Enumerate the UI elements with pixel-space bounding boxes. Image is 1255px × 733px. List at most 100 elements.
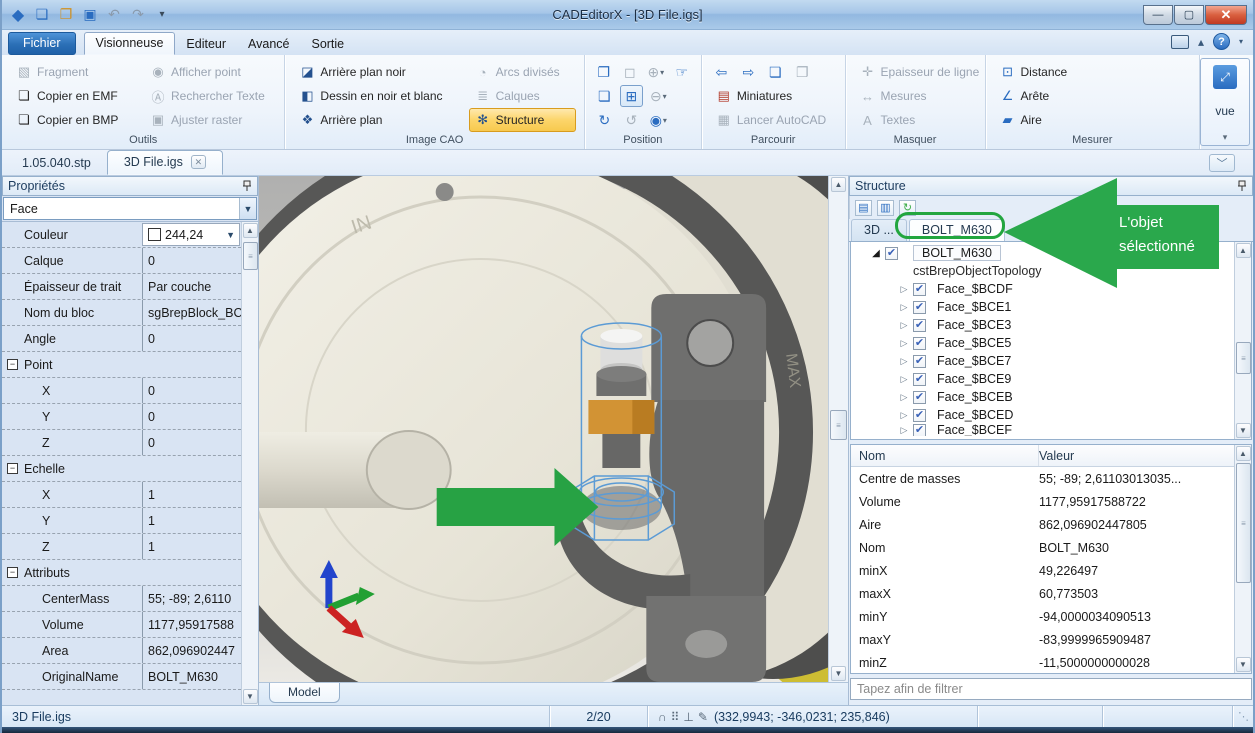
scroll-up-icon[interactable]: ▲ (1236, 243, 1251, 258)
property-row[interactable]: −X 1▼ (2, 482, 241, 508)
visibility-checkbox[interactable]: ✔ (913, 424, 926, 436)
status-mode-icon[interactable]: ✎ (698, 710, 708, 724)
close-button[interactable]: ✕ (1205, 5, 1247, 25)
ribbon-button[interactable]: ◔Arcs divisés (469, 60, 576, 84)
doc-tab-stp[interactable]: 1.05.040.stp (6, 152, 107, 175)
ribbon-tab[interactable]: Visionneuse (84, 32, 176, 55)
ribbon-button[interactable]: ◪Arrière plan noir (293, 60, 458, 84)
ribbon-button[interactable]: ✻Structure (469, 108, 576, 132)
visibility-checkbox[interactable]: ✔ (913, 409, 926, 422)
pin-icon[interactable] (242, 180, 252, 192)
ribbon-tab[interactable]: Avancé (237, 34, 300, 55)
property-row[interactable]: −Attributs ▼ (2, 560, 241, 586)
property-row[interactable]: −Nom du bloc sgBrepBlock_BC▼ (2, 300, 241, 326)
scroll-down-icon[interactable]: ▼ (1236, 657, 1251, 672)
property-row[interactable]: −Z 1▼ (2, 534, 241, 560)
collapse-icon[interactable]: − (7, 463, 18, 474)
scroll-down-icon[interactable]: ▼ (243, 689, 258, 704)
details-row[interactable]: maxY -83,9999965909487 (851, 628, 1234, 651)
status-mode-icon[interactable]: ⊥ (683, 710, 693, 724)
details-row[interactable]: maxX 60,773503 (851, 582, 1234, 605)
ribbon-tab[interactable]: Fichier (8, 32, 76, 55)
property-row[interactable]: −Couleur 244,24▼ (2, 222, 241, 248)
ribbon-button[interactable]: ↔Mesures (854, 84, 986, 108)
details-row[interactable]: Aire 862,096902447805 (851, 513, 1234, 536)
tab-overflow-chevron[interactable]: ﹀ (1209, 154, 1235, 172)
details-row[interactable]: Centre de masses 55; -89; 2,61103013035.… (851, 467, 1234, 490)
position-tool-icon[interactable]: ❏ (593, 85, 616, 107)
viewport-scrollbar[interactable]: ▲ ≡ ▼ (828, 176, 848, 682)
ribbon-button[interactable]: ✛Epaisseur de ligne (854, 60, 986, 84)
visibility-checkbox[interactable]: ✔ (913, 301, 926, 314)
property-row[interactable]: −Volume 1177,95917588▼ (2, 612, 241, 638)
expander-icon[interactable]: ▷ (897, 392, 911, 403)
tree-item[interactable]: ▷ ✔ Face_$BCE7 (851, 352, 1234, 370)
minimize-button[interactable]: — (1143, 5, 1173, 25)
ribbon-button[interactable]: ❏Copier en BMP (10, 108, 130, 132)
expander-icon[interactable]: ▷ (897, 374, 911, 385)
ribbon-button[interactable]: ❏Copier en EMF (10, 84, 130, 108)
pin-icon[interactable] (1237, 180, 1247, 192)
browse-tool-icon[interactable]: ❏ (764, 61, 787, 83)
ribbon-button[interactable]: ⊡Distance (994, 60, 1192, 84)
browse-tool-icon[interactable]: ⇨ (737, 61, 760, 83)
ribbon-button[interactable]: ▣Ajuster raster (144, 108, 276, 132)
position-tool-icon[interactable]: ◻ (619, 61, 641, 83)
scroll-up-icon[interactable]: ▲ (243, 223, 258, 238)
ribbon-button[interactable]: ⒶRechercher Texte (144, 84, 276, 108)
qat-icon[interactable]: ↶ (104, 5, 124, 25)
status-page-indicator[interactable]: 2/20 (550, 706, 648, 727)
position-tool-icon[interactable]: ☞ (671, 61, 693, 83)
property-row[interactable]: −Z 0▼ (2, 430, 241, 456)
position-tool-icon[interactable]: ⊕ (645, 61, 667, 83)
structure-tool-icon[interactable]: ▥ (877, 200, 894, 216)
ribbon-button[interactable]: ▧Fragment (10, 60, 130, 84)
scroll-down-icon[interactable]: ▼ (1236, 423, 1251, 438)
qat-icon[interactable]: ↷ (128, 5, 148, 25)
details-row[interactable]: minX 49,226497 (851, 559, 1234, 582)
scroll-up-icon[interactable]: ▲ (831, 177, 846, 192)
property-row[interactable]: −X 0▼ (2, 378, 241, 404)
column-header-nom[interactable]: Nom (851, 445, 1039, 466)
qat-icon[interactable]: ◆ (8, 5, 28, 25)
ribbon-tab[interactable]: Editeur (175, 34, 237, 55)
position-tool-icon[interactable]: ⊞ (620, 85, 643, 107)
visibility-checkbox[interactable]: ✔ (885, 247, 898, 260)
tree-item[interactable]: ▷ ✔ Face_$BCE1 (851, 298, 1234, 316)
property-row[interactable]: −OriginalName BOLT_M630▼ (2, 664, 241, 690)
visibility-checkbox[interactable]: ✔ (913, 355, 926, 368)
resize-grip[interactable]: ⋱ (1233, 710, 1253, 723)
position-tool-icon[interactable]: ⊖ (647, 85, 670, 107)
tree-item[interactable]: ▷ ✔ Face_$BCED (851, 406, 1234, 424)
ribbon-button[interactable]: ▤Miniatures (710, 84, 837, 108)
vue-button[interactable]: ⤢ vue ▾ (1200, 58, 1250, 146)
collapse-icon[interactable]: − (7, 359, 18, 370)
details-scrollbar[interactable]: ▲ ≡ ▼ (1234, 445, 1251, 673)
scroll-down-icon[interactable]: ▼ (831, 666, 846, 681)
style-selector-icon[interactable] (1171, 35, 1189, 49)
properties-scrollbar[interactable]: ▲ ≡ ▼ (241, 222, 258, 705)
property-row[interactable]: −Angle 0▼ (2, 326, 241, 352)
structure-tool-icon[interactable]: ▤ (855, 200, 872, 216)
status-mode-icon[interactable]: ∩ (658, 710, 667, 724)
help-button[interactable]: ? (1213, 33, 1230, 50)
property-row[interactable]: −CenterMass 55; -89; 2,6110▼ (2, 586, 241, 612)
ribbon-button[interactable]: ≣Calques (469, 84, 576, 108)
expander-icon[interactable]: ▷ (897, 338, 911, 349)
expander-icon[interactable]: ▷ (897, 410, 911, 421)
visibility-checkbox[interactable]: ✔ (913, 391, 926, 404)
expander-icon[interactable]: ▷ (897, 356, 911, 367)
property-row[interactable]: −Echelle ▼ (2, 456, 241, 482)
ribbon-button[interactable]: ◉Afficher point (144, 60, 276, 84)
expander-icon[interactable]: ▷ (897, 284, 911, 295)
tree-item[interactable]: ▷ ✔ Face_$BCE5 (851, 334, 1234, 352)
ribbon-button[interactable]: ◧Dessin en noir et blanc (293, 84, 458, 108)
ribbon-tab[interactable]: Sortie (300, 34, 355, 55)
property-row[interactable]: −Y 1▼ (2, 508, 241, 534)
ribbon-button[interactable]: ▦Lancer AutoCAD (710, 108, 837, 132)
tree-item[interactable]: ▷ ✔ Face_$BCE3 (851, 316, 1234, 334)
column-header-valeur[interactable]: Valeur (1039, 449, 1234, 463)
filter-input[interactable] (850, 678, 1252, 700)
expander-icon[interactable]: ▷ (897, 425, 911, 436)
details-row[interactable]: minZ -11,5000000000028 (851, 651, 1234, 673)
